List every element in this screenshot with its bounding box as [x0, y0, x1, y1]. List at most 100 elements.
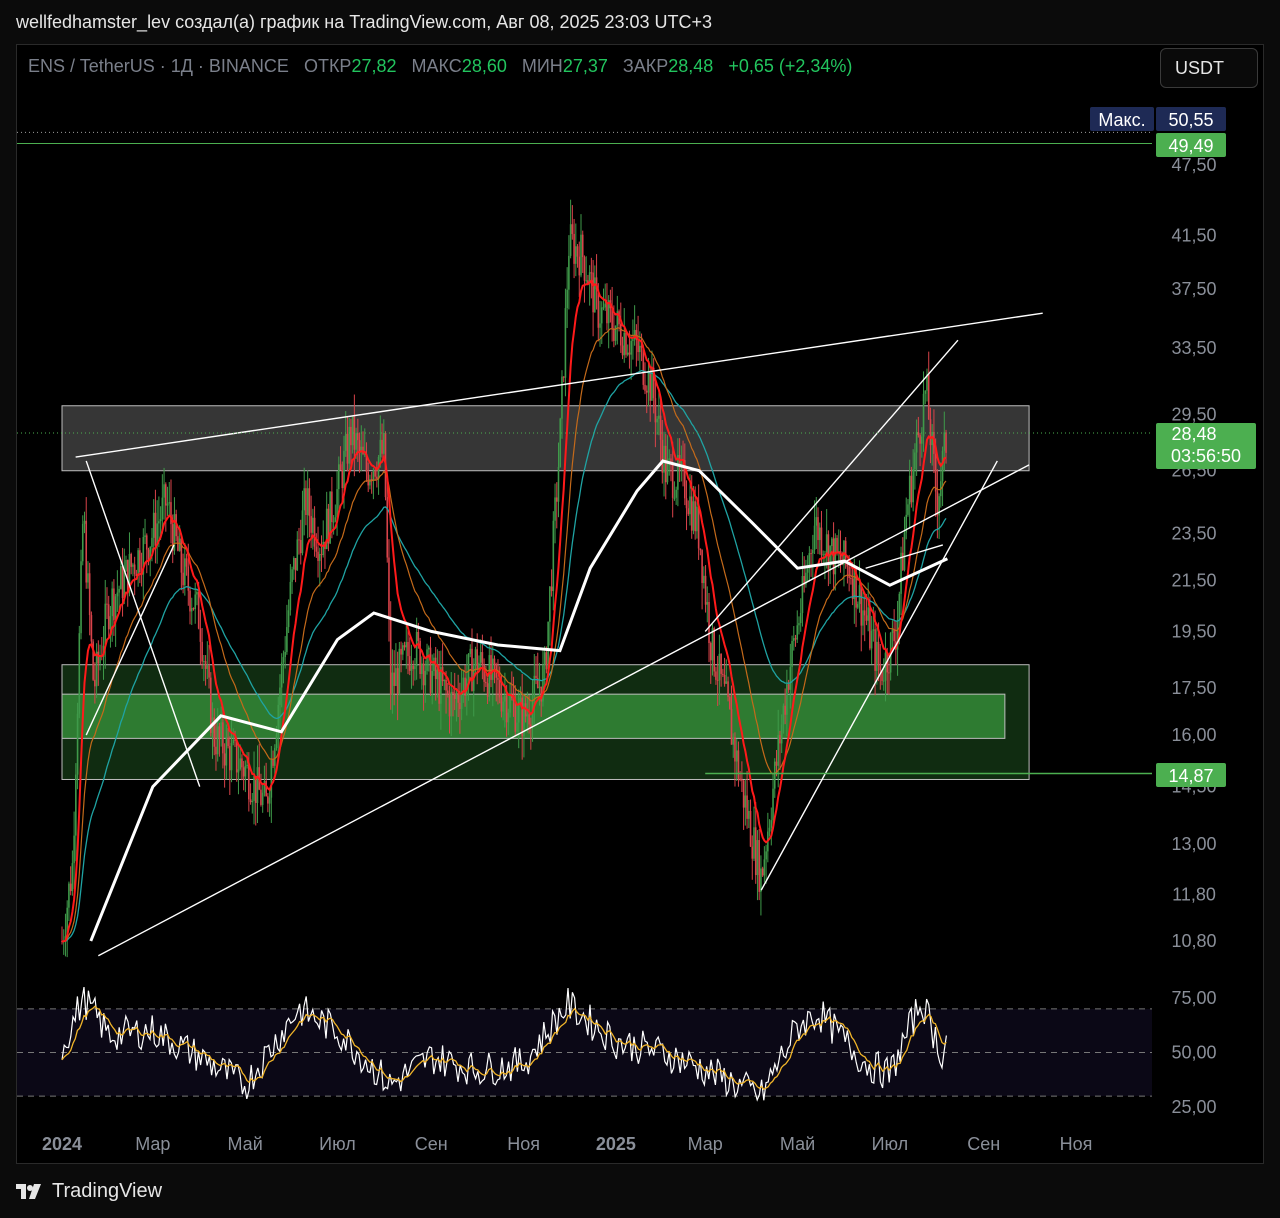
candle-body [549, 586, 551, 622]
candle-body [215, 746, 217, 755]
candle-body [876, 641, 878, 671]
x-tick-label: Мар [688, 1134, 723, 1154]
candle-body [407, 642, 409, 657]
candle-body [564, 308, 567, 378]
candle-body [379, 439, 382, 458]
candle-body [71, 863, 74, 892]
candle-body [429, 647, 432, 693]
candle-body [654, 398, 657, 423]
candle-body [199, 628, 202, 642]
candle-body [474, 649, 477, 666]
candle-body [521, 697, 523, 737]
candle-body [708, 602, 710, 644]
candle-body [132, 564, 134, 567]
candle-body [218, 726, 221, 738]
candle-body [727, 681, 729, 697]
candle-body [716, 679, 719, 681]
candle-body [294, 557, 297, 571]
candle-body [275, 734, 278, 749]
candle-body [291, 569, 293, 582]
candle-body [402, 645, 404, 655]
candle-body [703, 575, 705, 584]
candle-body [658, 415, 660, 419]
candle-body [903, 532, 906, 571]
candle-body [872, 629, 875, 631]
candle-body [694, 501, 696, 532]
candle-body [798, 623, 800, 626]
candle-body [256, 767, 259, 803]
candle-body [436, 669, 439, 680]
candle-body [106, 603, 108, 605]
rsi-tick-label: 75,00 [1171, 988, 1216, 1008]
candle-body [204, 661, 207, 669]
candle-body [507, 712, 510, 723]
candle-body [746, 795, 748, 819]
candle-body [286, 627, 288, 652]
candle-body [312, 517, 314, 533]
candle-body [592, 272, 594, 313]
candle-body [773, 761, 776, 789]
candle-body [561, 376, 563, 419]
candle-body [95, 651, 98, 687]
candle-body [879, 663, 882, 671]
candle-body [81, 523, 84, 562]
candle-body [921, 436, 923, 444]
candle-body [514, 700, 517, 732]
price-chart: 47,5041,5037,5033,5029,5026,5023,5021,50… [17, 107, 1256, 1154]
candle-body [687, 508, 690, 515]
candle-body [139, 550, 141, 573]
candle-body [550, 586, 553, 592]
candle-body [272, 759, 274, 766]
candle-body [862, 610, 864, 626]
candle-body [656, 418, 658, 423]
candle-body [689, 496, 691, 515]
candle-body [206, 665, 209, 669]
candle-body [362, 446, 364, 455]
candle-body [758, 840, 760, 892]
candle-body [575, 246, 577, 264]
candle-body [322, 541, 325, 556]
candle-body [664, 445, 667, 483]
candle-body [165, 484, 167, 506]
candle-body [569, 224, 572, 256]
candle-body [267, 796, 269, 804]
candle-body [241, 758, 243, 768]
rsi-pane [17, 987, 1152, 1102]
candle-body [344, 433, 347, 451]
candle-body [600, 307, 603, 324]
candle-body [754, 827, 757, 876]
candle-body [628, 352, 631, 355]
candle-body [182, 572, 184, 586]
candle-body [768, 827, 771, 832]
candle-body [751, 846, 754, 859]
candle-body [87, 573, 89, 583]
candle-body [343, 450, 345, 489]
candle-body [763, 859, 766, 876]
candle-body [623, 332, 626, 356]
candle-body [388, 557, 390, 619]
candle-body [929, 419, 932, 446]
candle-body [201, 641, 203, 662]
candle-body [459, 702, 461, 709]
x-tick-label: Июл [872, 1134, 909, 1154]
candle-body [554, 497, 556, 521]
candle-body [877, 641, 880, 664]
candle-body [398, 648, 401, 694]
candle-body [818, 527, 821, 541]
candle-body [76, 713, 79, 775]
candle-body [543, 652, 546, 665]
level-tag-49: 49,49 [1168, 136, 1213, 156]
candle-body [639, 345, 641, 353]
candle-body [216, 726, 219, 755]
candle-body [715, 671, 717, 680]
candle-body [735, 750, 738, 762]
candle-body [806, 568, 809, 573]
candle-body [133, 564, 136, 575]
zone-grey [61, 405, 1030, 472]
candle-body [882, 680, 885, 682]
x-tick-label: Сен [415, 1134, 448, 1154]
y-tick-label: 47,50 [1171, 155, 1216, 175]
candle-body [438, 669, 440, 704]
candle-body [907, 504, 909, 515]
candle-body [137, 550, 139, 577]
